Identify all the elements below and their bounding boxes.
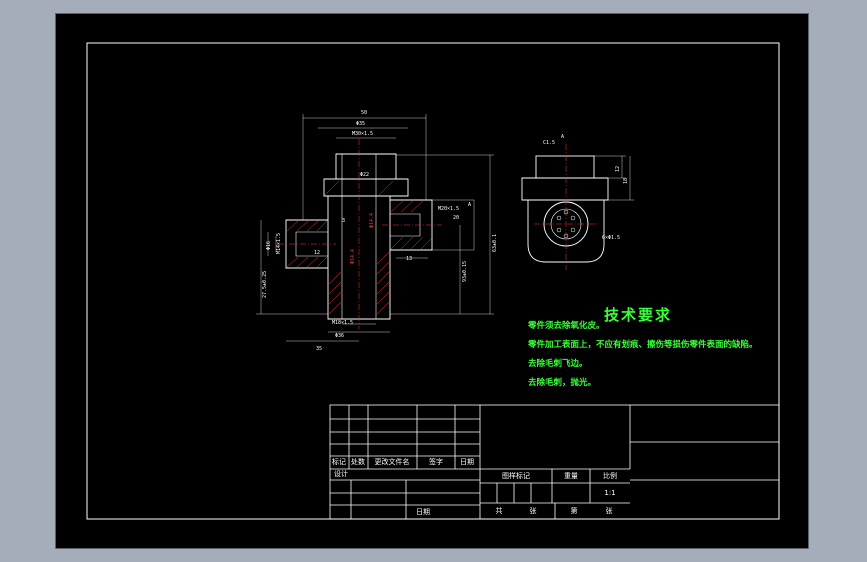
side-height-label: 12 bbox=[615, 166, 621, 172]
side-view bbox=[521, 155, 609, 263]
tb-total-label: 共 bbox=[495, 507, 503, 515]
dim-inner-bore: Φ22 bbox=[360, 172, 369, 178]
dim-inner-b: Φ14.4 bbox=[350, 249, 356, 264]
side-chamfer-label: C1.5 bbox=[543, 140, 555, 146]
tb-header-date: 日期 bbox=[460, 458, 474, 466]
side-step-label: 18 bbox=[623, 178, 629, 184]
dim-overall-width: 50 bbox=[361, 110, 367, 116]
tb-date-label: 日期 bbox=[416, 508, 430, 516]
side-holes-label: 6×Φ1.5 bbox=[602, 235, 620, 241]
dim-mid-a: 3 bbox=[342, 218, 345, 224]
dim-bottom-dia: Φ36 bbox=[335, 333, 344, 339]
cad-drawing-canvas: 50 Φ35 M30×1.5 Φ22 M20×1.5 20 Φ16 M14×1.… bbox=[86, 42, 780, 520]
dim-top-bore: Φ35 bbox=[356, 121, 365, 127]
tb-stage-mark-label: 图样标记 bbox=[502, 472, 530, 480]
dim-bottom-thread: M18×1.5 bbox=[332, 320, 353, 326]
dim-inner-a: Φ14.4 bbox=[369, 213, 375, 228]
dim-right-depth: 20 bbox=[453, 215, 459, 221]
tb-design-label: 设计 bbox=[334, 470, 348, 478]
tb-sheet-no-label: 第 bbox=[570, 507, 578, 515]
inner-border bbox=[86, 42, 780, 520]
view-mark-a: A bbox=[561, 134, 564, 140]
dim-height-b: 93±0.15 bbox=[462, 261, 468, 282]
drawing-sheet: 50 Φ35 M30×1.5 Φ22 M20×1.5 20 Φ16 M14×1.… bbox=[56, 14, 808, 548]
dim-left-length: 35 bbox=[316, 346, 322, 352]
tb-header-sign: 签字 bbox=[429, 458, 443, 466]
dim-right-thread: M20×1.5 bbox=[438, 206, 459, 212]
tech-requirement-2: 零件加工表面上，不应有划痕、擦伤等损伤零件表面的缺陷。 bbox=[528, 340, 758, 350]
dim-height-a: 63±0.1 bbox=[492, 234, 498, 252]
dim-height-c: 27.5±0.25 bbox=[262, 271, 268, 298]
tech-requirement-3: 去除毛刺飞边。 bbox=[528, 359, 588, 369]
dim-mid-b: 12 bbox=[314, 250, 320, 256]
dim-mid-c: 13 bbox=[406, 256, 412, 262]
tech-requirement-4: 去除毛刺，抛光。 bbox=[528, 378, 597, 388]
center-lines bbox=[278, 139, 442, 329]
tb-header-count: 处数 bbox=[351, 458, 365, 466]
dim-left-dia: Φ16 bbox=[266, 241, 272, 250]
tech-requirement-1: 零件须去除氧化皮。 bbox=[528, 321, 605, 331]
section-mark-a: A bbox=[468, 202, 471, 208]
dim-top-thread: M30×1.5 bbox=[352, 131, 373, 137]
tb-scale-label: 比例 bbox=[603, 472, 617, 480]
side-view-centerlines bbox=[534, 144, 598, 270]
tb-header-mark: 标记 bbox=[332, 458, 346, 466]
tb-weight-label: 重量 bbox=[564, 472, 578, 480]
dimension-lines bbox=[256, 114, 494, 342]
tech-requirements-title: 技术要求 bbox=[604, 306, 673, 324]
tb-sheet-unit-2: 张 bbox=[605, 507, 613, 515]
tb-header-file: 更改文件名 bbox=[374, 458, 410, 466]
tb-sheet-unit-1: 张 bbox=[529, 507, 537, 515]
tb-scale-value: 1:1 bbox=[604, 489, 616, 497]
dim-left-thread: M14×1.5 bbox=[276, 233, 282, 254]
